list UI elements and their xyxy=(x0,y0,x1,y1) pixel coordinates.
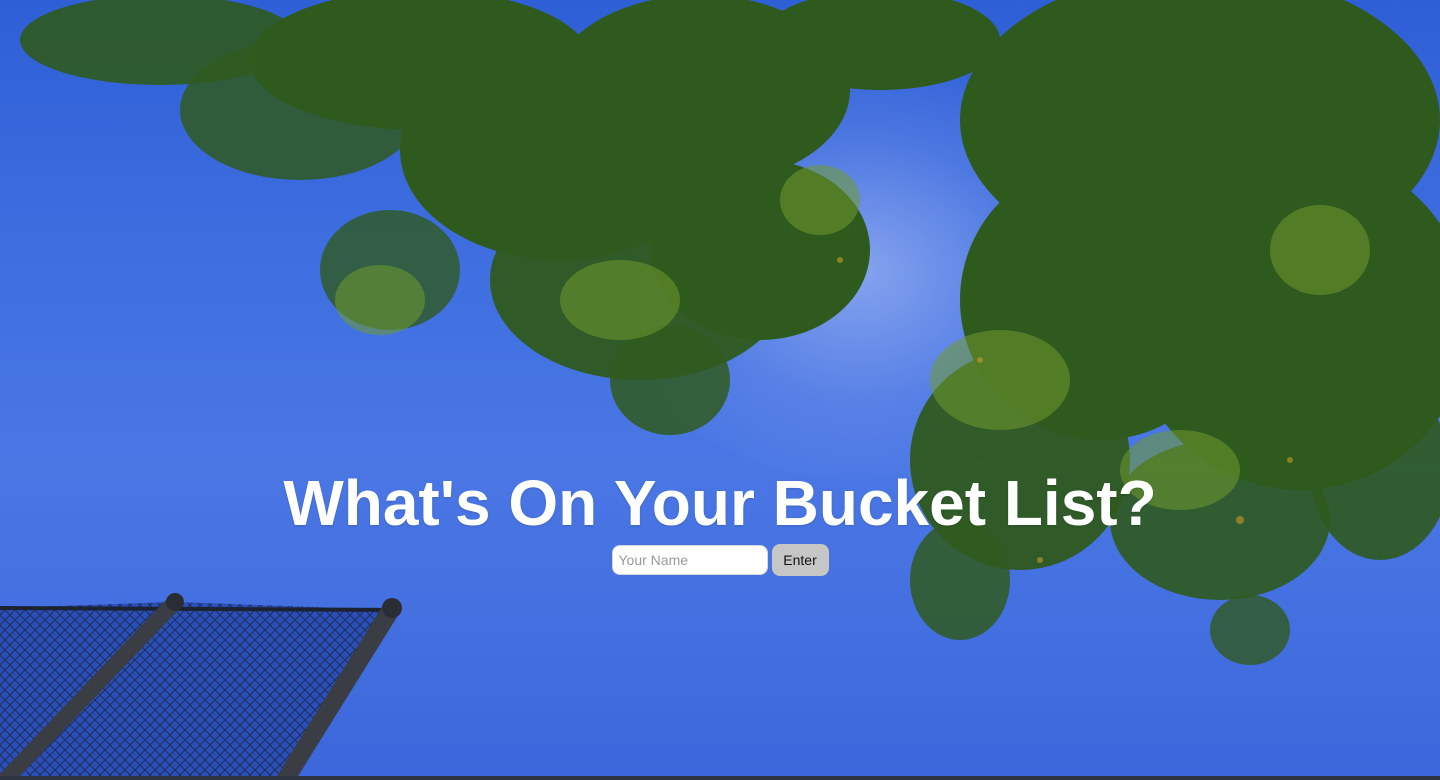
name-input[interactable] xyxy=(611,545,768,575)
page-title: What's On Your Bucket List? xyxy=(283,467,1157,539)
enter-button[interactable]: Enter xyxy=(771,544,829,576)
name-entry-form: Enter xyxy=(0,544,1440,576)
landing-page: What's On Your Bucket List? Enter xyxy=(0,0,1440,780)
fence-corner-image xyxy=(0,593,402,780)
bottom-edge xyxy=(0,776,1440,780)
hero-section: What's On Your Bucket List? Enter xyxy=(0,466,1440,576)
